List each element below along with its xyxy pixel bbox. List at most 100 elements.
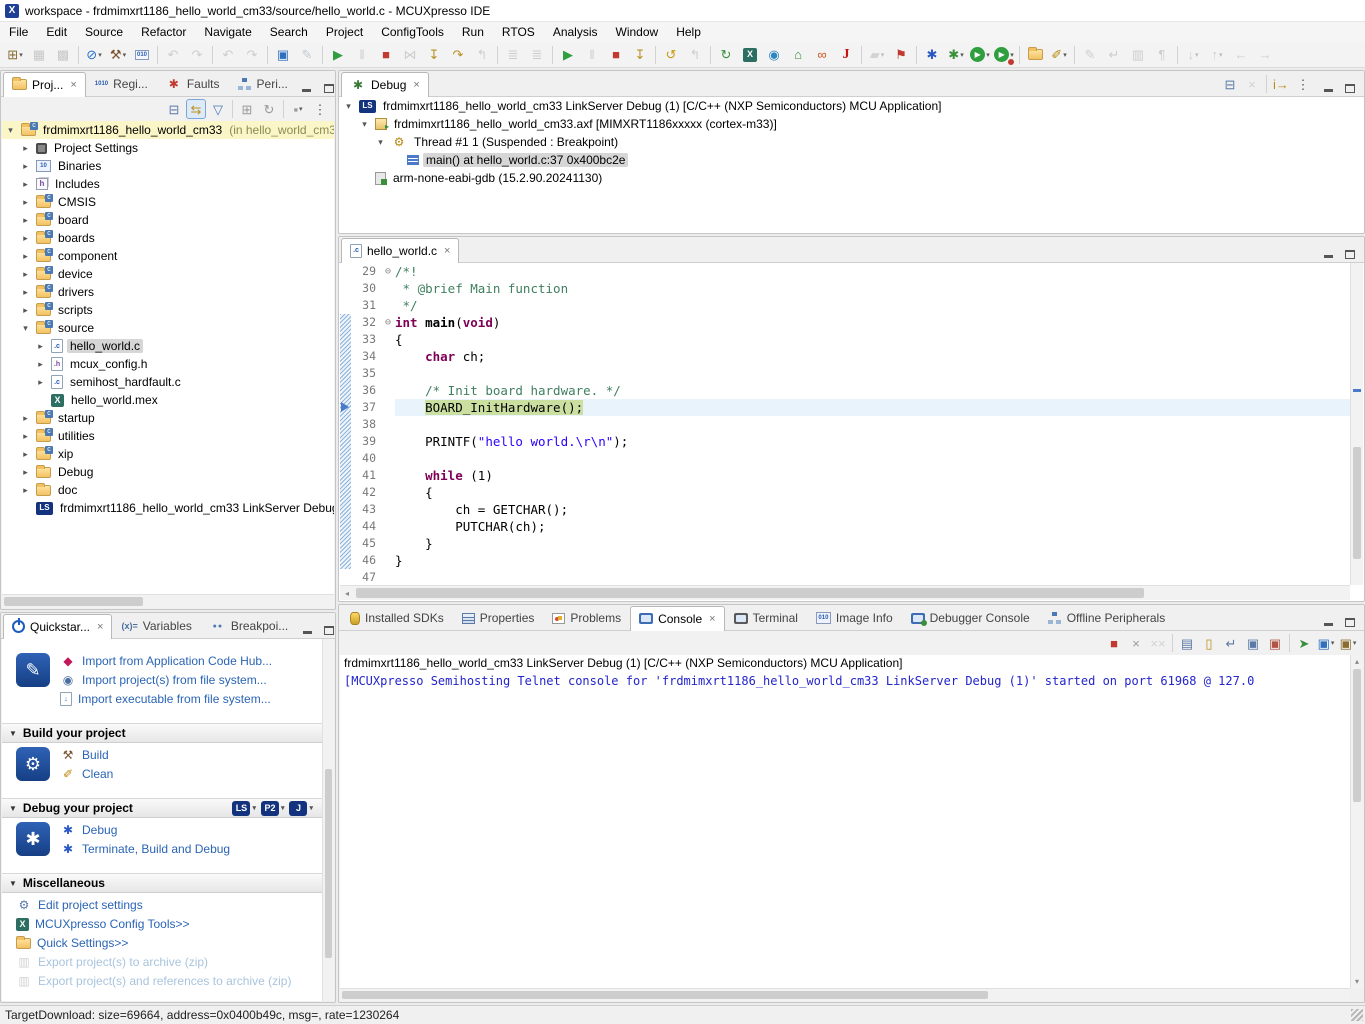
quickstart-vscrollbar[interactable] (322, 639, 334, 1001)
main-refresh-connections-button[interactable]: ↻ (715, 44, 737, 66)
debug-view-maximize-button[interactable] (1340, 80, 1360, 96)
main-remove-all-markers-button[interactable]: ⚑ (890, 44, 912, 66)
menu-window[interactable]: Window (607, 23, 668, 41)
debug-view-collapse-all-button[interactable]: ⊟ (1220, 74, 1240, 94)
code-editor[interactable]: 29⊖/*!30 * @brief Main function31 */32⊖i… (340, 263, 1350, 585)
console-remove-launch-button[interactable]: × (1126, 633, 1146, 653)
explorer-tab-proj[interactable]: Proj...× (3, 72, 86, 97)
quickstart-link-debug[interactable]: ✱Debug (60, 822, 230, 838)
quickstart-link-quick-settings[interactable]: Quick Settings>> (16, 935, 291, 951)
editor-maximize-button[interactable] (1340, 246, 1360, 262)
code-line-45[interactable]: 45 } (340, 535, 1350, 552)
dropdown-caret-icon[interactable]: ▾ (1010, 51, 1014, 59)
collapse-caret-icon[interactable]: ▼ (9, 729, 17, 738)
tree-item-doc[interactable]: ▸doc (2, 481, 334, 499)
quickstart-link-mcuxpresso-config-tools[interactable]: XMCUXpresso Config Tools>> (16, 916, 291, 932)
main-home-button[interactable]: ⌂ (787, 44, 809, 66)
console-terminate-console-button[interactable]: ■ (1104, 633, 1124, 653)
main-step-into-button[interactable]: ↧ (423, 44, 445, 66)
tree-item-semihost-hardfault-c[interactable]: ▸.csemihost_hardfault.c (2, 373, 334, 391)
tree-item-scripts[interactable]: ▸scripts (2, 301, 334, 319)
dropdown-caret-icon[interactable]: ▾ (252, 804, 256, 812)
code-line-36[interactable]: 36 /* Init board hardware. */ (340, 382, 1350, 399)
explorer-tab-peri[interactable]: Peri... (229, 71, 297, 96)
twisty-closed-icon[interactable]: ▸ (19, 287, 32, 298)
code-line-29[interactable]: 29⊖/*! (340, 263, 1350, 280)
tree-item-binaries[interactable]: ▸10Binaries (2, 157, 334, 175)
code-line-43[interactable]: 43 ch = GETCHAR(); (340, 501, 1350, 518)
quickstart-maximize-button[interactable] (319, 622, 339, 638)
quickstart-link-import-project-s-from-file-system[interactable]: ◉Import project(s) from file system... (60, 672, 272, 688)
console-word-wrap-console-button[interactable]: ↵ (1221, 633, 1241, 653)
scrollbar-thumb[interactable] (1353, 669, 1361, 802)
dropdown-caret-icon[interactable]: ▾ (1353, 639, 1357, 647)
code-line-41[interactable]: 41 while (1) (340, 467, 1350, 484)
code-line-33[interactable]: 33{ (340, 331, 1350, 348)
tree-item-frdmimxrt1186-hello-world-cm33-linkserver-debug[interactable]: LSfrdmimxrt1186_hello_world_cm33 LinkSer… (2, 499, 334, 517)
code-line-42[interactable]: 42 { (340, 484, 1350, 501)
tree-item-cmsis[interactable]: ▸CMSIS (2, 193, 334, 211)
main-binary-utilities-button[interactable]: 010 (131, 44, 153, 66)
console-show-on-stderr-button[interactable]: ▣ (1265, 633, 1285, 653)
twisty-closed-icon[interactable]: ▸ (19, 215, 32, 226)
twisty-closed-icon[interactable]: ▸ (19, 143, 32, 154)
tree-item-boards[interactable]: ▸boards (2, 229, 334, 247)
main-step-into-alt-button[interactable]: ↧ (629, 44, 651, 66)
menu-configtools[interactable]: ConfigTools (372, 23, 453, 41)
new-project-tile-icon[interactable]: ✎ (16, 653, 50, 687)
project-explorer-minimize-button[interactable] (297, 80, 317, 96)
scrollbar-thumb[interactable] (356, 588, 1144, 598)
jlink-badge[interactable]: J (289, 801, 307, 816)
project-explorer-view-menu-button[interactable]: ⋮ (310, 99, 330, 119)
twisty-closed-icon[interactable]: ▸ (34, 377, 47, 388)
twisty-closed-icon[interactable]: ▸ (19, 197, 32, 208)
code-line-44[interactable]: 44 PUTCHAR(ch); (340, 518, 1350, 535)
scrollbar-thumb[interactable] (4, 597, 143, 606)
menu-help[interactable]: Help (667, 23, 710, 41)
main-link-server-button[interactable]: ∞ (811, 44, 833, 66)
quickstart-link-import-from-application-code-hub[interactable]: ◆Import from Application Code Hub... (60, 653, 272, 669)
main-skip-all-breakpoints-button[interactable]: ⊘▾ (83, 44, 105, 66)
close-tab-icon[interactable]: × (413, 79, 419, 91)
collapse-caret-icon[interactable]: ▼ (9, 804, 17, 813)
collapse-caret-icon[interactable]: ▼ (9, 879, 17, 888)
console-open-console-button[interactable]: ▣▾ (1338, 633, 1358, 653)
tree-item-debug[interactable]: ▸Debug (2, 463, 334, 481)
quickstart-tab-variables[interactable]: (x)=Variables (112, 613, 200, 638)
main-step-over-button[interactable]: ↷ (447, 44, 469, 66)
main-profile-button[interactable]: ▶▾ (993, 44, 1015, 66)
bottom-tab-terminal[interactable]: Terminal (725, 605, 807, 630)
console-vscrollbar[interactable]: ▴ ▾ (1350, 655, 1363, 988)
twisty-closed-icon[interactable]: ▸ (19, 179, 32, 190)
scrollbar-thumb[interactable] (342, 991, 988, 999)
twisty-open-icon[interactable]: ▾ (4, 125, 17, 136)
dropdown-caret-icon[interactable]: ▾ (299, 105, 303, 113)
twisty-open-icon[interactable]: ▾ (342, 101, 355, 112)
editor-minimize-button[interactable] (1318, 246, 1338, 262)
console-output[interactable]: [MCUXpresso Semihosting Telnet console f… (340, 672, 1350, 988)
console-hscrollbar[interactable] (340, 988, 1350, 1001)
main-build-button[interactable]: ⚒▾ (107, 44, 129, 66)
dropdown-caret-icon[interactable]: ▾ (1195, 51, 1199, 59)
main-import-sdk-examples-button[interactable] (1024, 44, 1046, 66)
code-line-40[interactable]: 40 (340, 450, 1350, 467)
fold-collapse-icon[interactable]: ⊖ (381, 314, 395, 331)
menu-navigate[interactable]: Navigate (195, 23, 260, 41)
dropdown-caret-icon[interactable]: ▾ (19, 51, 23, 59)
twisty-open-icon[interactable]: ▾ (358, 119, 371, 130)
twisty-closed-icon[interactable]: ▸ (34, 341, 47, 352)
menu-project[interactable]: Project (317, 23, 372, 41)
quickstart-minimize-button[interactable] (297, 622, 317, 638)
quickstart-link-terminate-build-and-debug[interactable]: ✱Terminate, Build and Debug (60, 841, 230, 857)
twisty-closed-icon[interactable]: ▸ (19, 449, 32, 460)
main-debug-button[interactable]: ✱▾ (945, 44, 967, 66)
twisty-closed-icon[interactable]: ▸ (19, 233, 32, 244)
project-explorer-collapse-all-button[interactable]: ⊟ (164, 99, 184, 119)
tree-item-hello-world-c[interactable]: ▸.chello_world.c (2, 337, 334, 355)
dropdown-caret-icon[interactable]: ▾ (281, 804, 285, 812)
dropdown-caret-icon[interactable]: ▾ (960, 51, 964, 59)
tree-item-xip[interactable]: ▸xip (2, 445, 334, 463)
code-line-38[interactable]: 38 (340, 416, 1350, 433)
main-config-tools-button[interactable]: X (739, 44, 761, 66)
project-explorer-link-with-editor-button[interactable]: ⇆ (186, 99, 206, 119)
